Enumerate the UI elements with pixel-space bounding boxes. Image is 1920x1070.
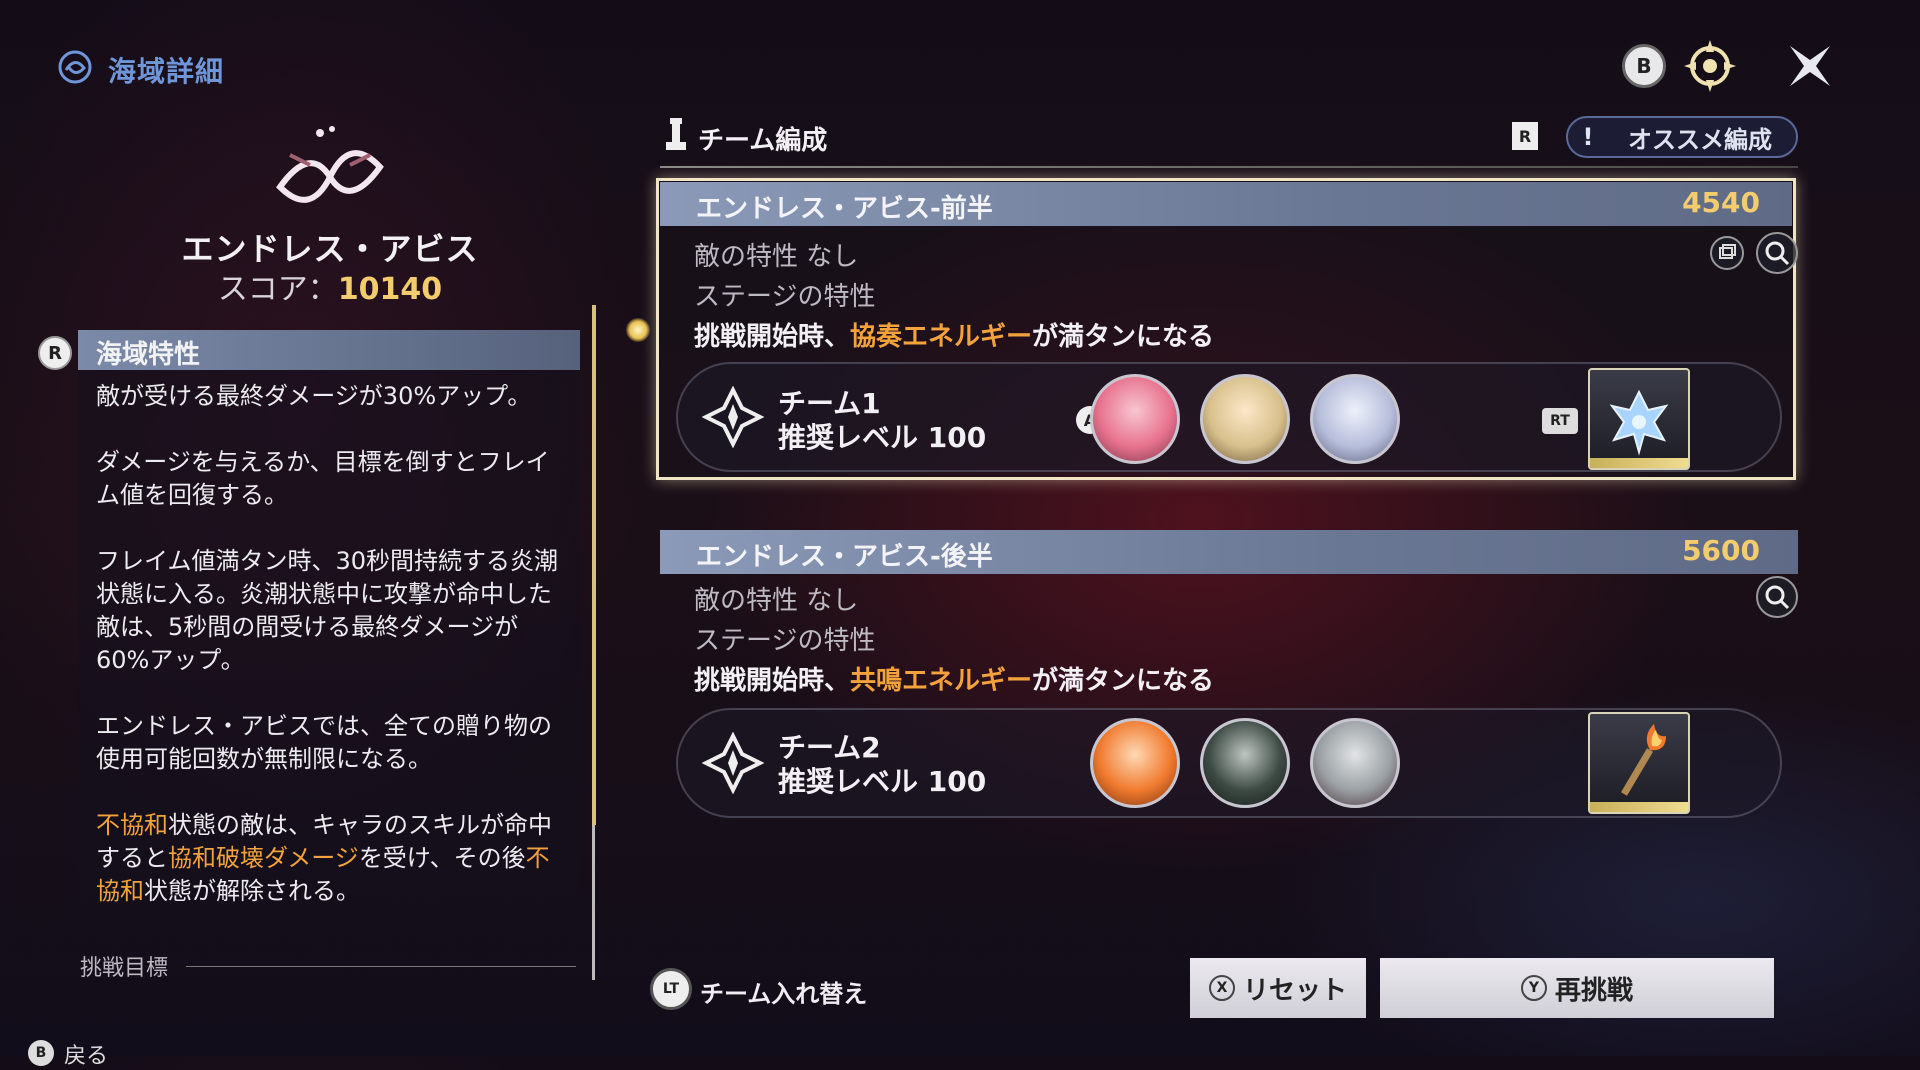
stage-trait-text: 挑戦開始時、共鳴エネルギーが満タンになる xyxy=(694,660,1214,697)
recommended-level: 推奨レベル 100 xyxy=(778,421,987,454)
discord-text: を受け、その後 xyxy=(358,844,526,872)
reset-button[interactable]: X リセット xyxy=(1190,958,1366,1018)
score-value: 10140 xyxy=(337,272,443,307)
stage-title: エンドレス・アビス-後半 xyxy=(696,542,993,572)
b-button[interactable]: B xyxy=(1622,44,1666,88)
team-emblem-icon xyxy=(701,385,765,449)
search-icon[interactable] xyxy=(1756,576,1798,618)
crystal-flower-icon xyxy=(1609,389,1669,456)
character-avatar-silver[interactable] xyxy=(1310,374,1400,464)
stage-trait-text: 挑戦開始時、協奏エネルギーが満タンになる xyxy=(694,316,1214,353)
discord-keyword: 不協和 xyxy=(96,811,168,839)
item-rarity-bar xyxy=(1590,802,1688,812)
team-emblem-icon xyxy=(701,731,765,795)
sea-traits-title: 海域特性 xyxy=(96,340,201,370)
r-button[interactable]: R xyxy=(38,336,72,370)
trait-paragraph: ダメージを与えるか、目標を倒すとフレイム値を回復する。 xyxy=(96,448,550,509)
y-button-icon: Y xyxy=(1520,975,1547,1001)
recommended-formation-button[interactable]: ! オススメ編成 xyxy=(1566,116,1798,158)
recommended-formation-label: オススメ編成 xyxy=(1628,125,1772,154)
character-avatar-pink[interactable] xyxy=(1090,374,1180,464)
search-icon[interactable] xyxy=(1756,232,1798,274)
selection-glow-icon xyxy=(626,318,650,342)
stage-trait-prefix: 挑戦開始時、 xyxy=(694,322,851,352)
close-icon[interactable] xyxy=(1780,36,1840,96)
page-title: 海域詳細 xyxy=(108,55,225,88)
stage-trait-label: ステージの特性 xyxy=(694,282,876,312)
stage-trait-suffix: が満タンになる xyxy=(1032,322,1215,352)
challenge-goal-divider xyxy=(186,966,576,967)
compass-icon[interactable] xyxy=(1680,36,1740,96)
trait-paragraph-discord: 不協和状態の敵は、キャラのスキルが命中すると協和破壊ダメージを受け、その後不協和… xyxy=(96,809,566,908)
back-label[interactable]: 戻る xyxy=(64,1038,108,1070)
stage-score: スコア：10140 xyxy=(150,264,510,308)
stage-trait-suffix: が満タンになる xyxy=(1032,666,1215,696)
score-label: スコア： xyxy=(217,272,338,307)
enemy-trait: 敵の特性 なし xyxy=(694,242,859,272)
stage-trait-highlight: 共鳴エネルギー xyxy=(850,666,1033,696)
team-formation-title: チーム編成 xyxy=(698,126,828,156)
retry-label: 再挑戦 xyxy=(1554,975,1633,1006)
stage-score: 4540 xyxy=(1682,186,1760,219)
team-header-divider xyxy=(660,166,1798,168)
trait-paragraph: 敵が受ける最終ダメージが30%アップ。 xyxy=(96,382,532,410)
character-avatar-orange[interactable] xyxy=(1090,718,1180,808)
lt-button[interactable]: LT xyxy=(650,968,692,1010)
sea-traits-description: 敵が受ける最終ダメージが30%アップ。 ダメージを与えるか、目標を倒すとフレイム… xyxy=(96,380,566,941)
back-b-button[interactable]: B xyxy=(28,1040,54,1066)
scrollbar-track[interactable] xyxy=(592,825,595,980)
trait-paragraph: フレイム値満タン時、30秒間持続する炎潮状態に入る。炎潮状態中に攻撃が命中した敵… xyxy=(96,547,559,674)
character-avatar-gray[interactable] xyxy=(1310,718,1400,808)
enemy-trait: 敵の特性 なし xyxy=(694,586,859,616)
exclamation-icon: ! xyxy=(1582,123,1594,151)
discord-text: 状態が解除される。 xyxy=(144,877,360,905)
abyss-emblem-icon xyxy=(250,125,410,225)
stage-title: エンドレス・アビス-前半 xyxy=(696,194,993,224)
equipped-item-slot[interactable] xyxy=(1588,368,1690,470)
character-avatar-blonde[interactable] xyxy=(1200,374,1290,464)
x-button-icon: X xyxy=(1208,975,1235,1001)
torch-icon xyxy=(1620,724,1666,796)
stage-trait-highlight: 協奏エネルギー xyxy=(850,322,1033,352)
equipped-item-slot[interactable] xyxy=(1588,712,1690,814)
recommended-level: 推奨レベル 100 xyxy=(778,765,987,798)
copy-icon[interactable] xyxy=(1710,236,1744,270)
reset-label: リセット xyxy=(1242,975,1347,1006)
retry-button[interactable]: Y 再挑戦 xyxy=(1380,958,1774,1018)
r-button-small[interactable]: R xyxy=(1512,122,1538,150)
stage-trait-label: ステージの特性 xyxy=(694,626,876,656)
scrollbar-thumb[interactable] xyxy=(592,305,596,825)
harmony-break-keyword: 協和破壊ダメージ xyxy=(168,844,359,872)
character-avatar-dark[interactable] xyxy=(1200,718,1290,808)
trait-paragraph: エンドレス・アビスでは、全ての贈り物の使用可能回数が無制限になる。 xyxy=(96,712,552,773)
sea-area-logo-icon xyxy=(58,50,92,84)
challenge-goal-label: 挑戦目標 xyxy=(80,956,169,981)
stage-score: 5600 xyxy=(1682,534,1760,567)
rt-button[interactable]: RT xyxy=(1542,408,1578,434)
stage-trait-prefix: 挑戦開始時、 xyxy=(694,666,851,696)
team-swap-label[interactable]: チーム入れ替え xyxy=(700,974,867,1009)
team-chess-icon xyxy=(664,116,688,154)
item-rarity-bar xyxy=(1590,458,1688,468)
